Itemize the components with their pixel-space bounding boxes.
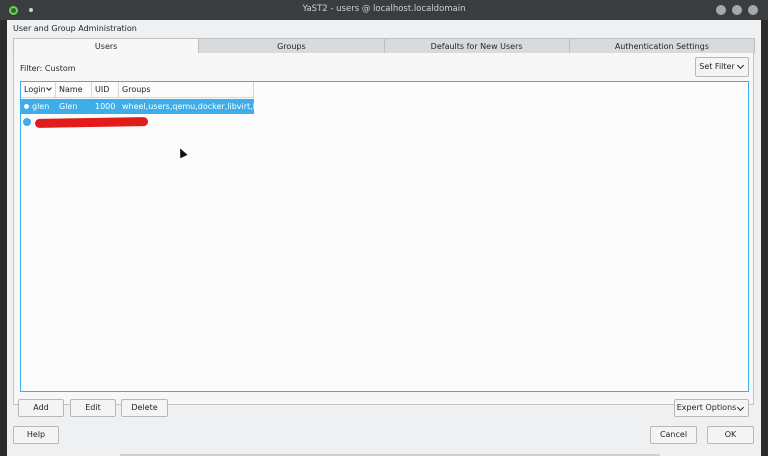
close-button[interactable] bbox=[748, 5, 758, 15]
column-header-uid[interactable]: UID bbox=[92, 82, 119, 98]
user-bullet-icon bbox=[23, 118, 31, 126]
window-titlebar: YaST2 - users @ localhost.localdomain bbox=[0, 0, 768, 20]
delete-button[interactable]: Delete bbox=[121, 399, 168, 417]
users-table[interactable]: Login Name UID Groups glen Glen 1000 whe… bbox=[20, 81, 749, 392]
tab-groups[interactable]: Groups bbox=[198, 38, 385, 54]
set-filter-button[interactable]: Set Filter bbox=[695, 57, 749, 77]
expert-options-button[interactable]: Expert Options bbox=[674, 399, 749, 417]
set-filter-label: Set Filter bbox=[699, 62, 735, 71]
section-title: User and Group Administration bbox=[13, 24, 137, 33]
cell-groups: wheel,users,qemu,docker,libvirt,kvm bbox=[122, 102, 254, 111]
redacted-row bbox=[34, 117, 149, 128]
tab-authentication-settings[interactable]: Authentication Settings bbox=[568, 38, 755, 54]
table-header: Login Name UID Groups bbox=[21, 82, 254, 98]
chevron-down-icon bbox=[736, 403, 745, 412]
tab-defaults-for-new-users[interactable]: Defaults for New Users bbox=[383, 38, 570, 54]
maximize-button[interactable] bbox=[732, 5, 742, 15]
add-button[interactable]: Add bbox=[18, 399, 64, 417]
chevron-down-icon bbox=[736, 61, 745, 70]
table-row[interactable]: glen Glen 1000 wheel,users,qemu,docker,l… bbox=[21, 99, 254, 114]
ok-button[interactable]: OK bbox=[707, 426, 754, 444]
edit-button[interactable]: Edit bbox=[70, 399, 116, 417]
expert-options-label: Expert Options bbox=[676, 403, 737, 412]
tab-users[interactable]: Users bbox=[13, 38, 200, 54]
cell-uid: 1000 bbox=[95, 102, 116, 111]
sort-chevron-icon bbox=[46, 85, 52, 91]
filter-label: Filter: Custom bbox=[20, 64, 76, 73]
yast-users-dialog: User and Group Administration Users Grou… bbox=[7, 20, 761, 456]
cell-name: Glen bbox=[59, 102, 78, 111]
users-panel: Filter: Custom Set Filter Login Name UID… bbox=[13, 53, 754, 405]
user-bullet-icon bbox=[24, 104, 29, 109]
tab-bar: Users Groups Defaults for New Users Auth… bbox=[13, 38, 755, 54]
minimize-button[interactable] bbox=[716, 5, 726, 15]
column-header-login[interactable]: Login bbox=[21, 82, 56, 98]
cell-login: glen bbox=[21, 99, 56, 114]
column-header-groups[interactable]: Groups bbox=[119, 82, 254, 98]
window-title: YaST2 - users @ localhost.localdomain bbox=[302, 4, 466, 14]
column-header-name[interactable]: Name bbox=[56, 82, 92, 98]
cancel-button[interactable]: Cancel bbox=[650, 426, 697, 444]
help-button[interactable]: Help bbox=[13, 426, 59, 444]
